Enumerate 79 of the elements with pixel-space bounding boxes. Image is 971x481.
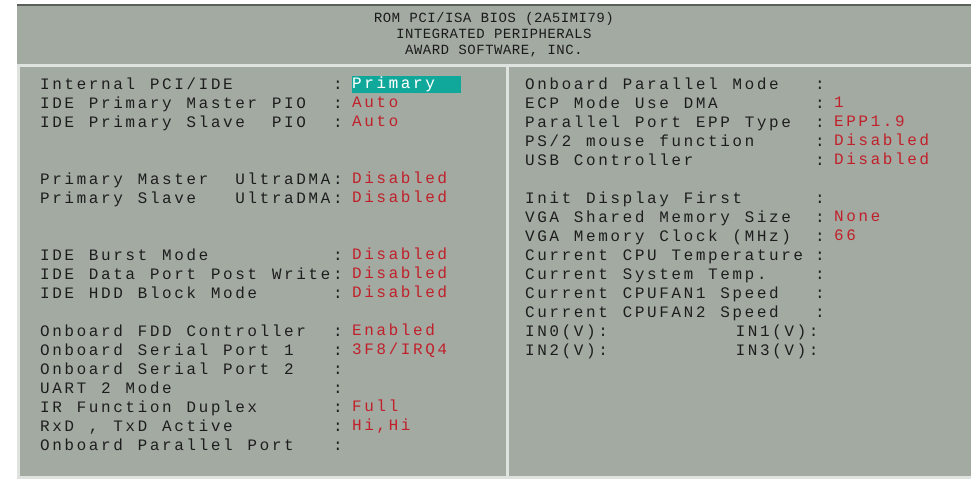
colon: : <box>333 322 346 340</box>
setting-value[interactable]: 1 <box>834 95 846 112</box>
colon: : <box>333 436 346 454</box>
setting-label: Onboard Serial Port 2 <box>40 360 298 378</box>
voltage-label: IN0(V): <box>525 322 612 340</box>
setting-value[interactable]: Disabled <box>352 171 450 188</box>
setting-label: VGA Memory Clock (MHz) <box>525 228 794 246</box>
setting-label: IR Function Duplex <box>40 398 261 416</box>
setting-label: Current System Temp. <box>525 266 770 284</box>
colon: : <box>815 304 828 322</box>
setting-value[interactable]: Hi,Hi <box>352 418 414 435</box>
colon: : <box>333 418 346 436</box>
colon: : <box>333 284 346 302</box>
voltage-label: IN2(V): <box>525 342 612 360</box>
setting-label: UART 2 Mode <box>40 380 176 398</box>
colon: : <box>815 208 828 226</box>
setting-label: Onboard Serial Port 1 <box>40 342 298 360</box>
colon: : <box>333 76 346 94</box>
setting-label: Primary Master UltraDMA <box>40 170 333 188</box>
setting-value[interactable]: Disabled <box>834 152 932 169</box>
setting-value[interactable]: Primary <box>352 76 462 93</box>
setting-value[interactable]: Enabled <box>352 323 438 340</box>
setting-label: USB Controller <box>525 152 697 170</box>
setting-label: ECP Mode Use DMA <box>525 94 722 112</box>
setting-value[interactable]: 66 <box>834 228 858 245</box>
colon: : <box>333 398 346 416</box>
setting-label: Primary Slave UltraDMA <box>40 190 333 208</box>
setting-label: Current CPUFAN2 Speed <box>525 304 782 322</box>
colon: : <box>815 190 828 208</box>
colon: : <box>333 246 346 264</box>
colon: : <box>815 228 828 246</box>
setting-value[interactable]: Auto <box>352 114 401 131</box>
bios-title: ROM PCI/ISA BIOS (2A5IMI79) <box>374 11 614 27</box>
setting-value[interactable]: Disabled <box>352 266 450 283</box>
setting-label: RxD , TxD Active <box>40 418 236 436</box>
colon: : <box>333 190 346 208</box>
setting-value[interactable]: 3F8/IRQ4 <box>352 342 450 359</box>
colon: : <box>815 152 828 170</box>
colon: : <box>333 266 346 284</box>
setting-label: PS/2 mouse function <box>525 132 758 150</box>
setting-label: IDE Burst Mode <box>40 246 212 264</box>
colon: : <box>333 170 346 188</box>
colon: : <box>815 114 828 132</box>
setting-label: Current CPUFAN1 Speed <box>525 284 782 302</box>
colon: : <box>815 76 828 94</box>
setting-label: IDE Primary Slave PIO <box>40 114 310 132</box>
setting-value[interactable]: Disabled <box>834 133 932 150</box>
bios-title: INTEGRATED PERIPHERALS <box>396 27 592 43</box>
colon: : <box>333 94 346 112</box>
colon: : <box>815 246 828 264</box>
setting-label: Parallel Port EPP Type <box>525 114 794 132</box>
colon: : <box>333 114 346 132</box>
setting-label: VGA Shared Memory Size <box>525 208 794 226</box>
colon: : <box>815 266 828 284</box>
colon: : <box>333 380 346 398</box>
colon: : <box>815 284 828 302</box>
setting-label: Onboard Parallel Mode <box>525 76 782 94</box>
colon: : <box>333 360 346 378</box>
setting-label: IDE Primary Master PIO <box>40 94 310 112</box>
setting-label: IDE HDD Block Mode <box>40 284 261 302</box>
setting-value[interactable]: Full <box>352 399 401 416</box>
colon: : <box>815 132 828 150</box>
colon: : <box>815 94 828 112</box>
setting-label: Init Display First <box>525 190 746 208</box>
setting-value[interactable]: Disabled <box>352 190 450 207</box>
setting-label: Onboard FDD Controller <box>40 322 310 340</box>
setting-label: Onboard Parallel Port <box>40 436 298 454</box>
setting-value[interactable]: Auto <box>352 95 401 112</box>
setting-label: Current CPU Temperature <box>525 246 807 264</box>
setting-value[interactable]: Disabled <box>352 247 450 264</box>
setting-value[interactable]: Disabled <box>352 285 450 302</box>
bios-title: AWARD SOFTWARE, INC. <box>404 43 584 59</box>
setting-value[interactable]: None <box>834 209 883 226</box>
setting-value[interactable]: EPP1.9 <box>834 114 908 131</box>
setting-label: Internal PCI/IDE <box>40 76 236 94</box>
voltage-label: IN1(V): <box>734 322 821 340</box>
voltage-label: IN3(V): <box>734 342 821 360</box>
setting-label: IDE Data Port Post Write <box>40 266 333 284</box>
colon: : <box>333 342 346 360</box>
